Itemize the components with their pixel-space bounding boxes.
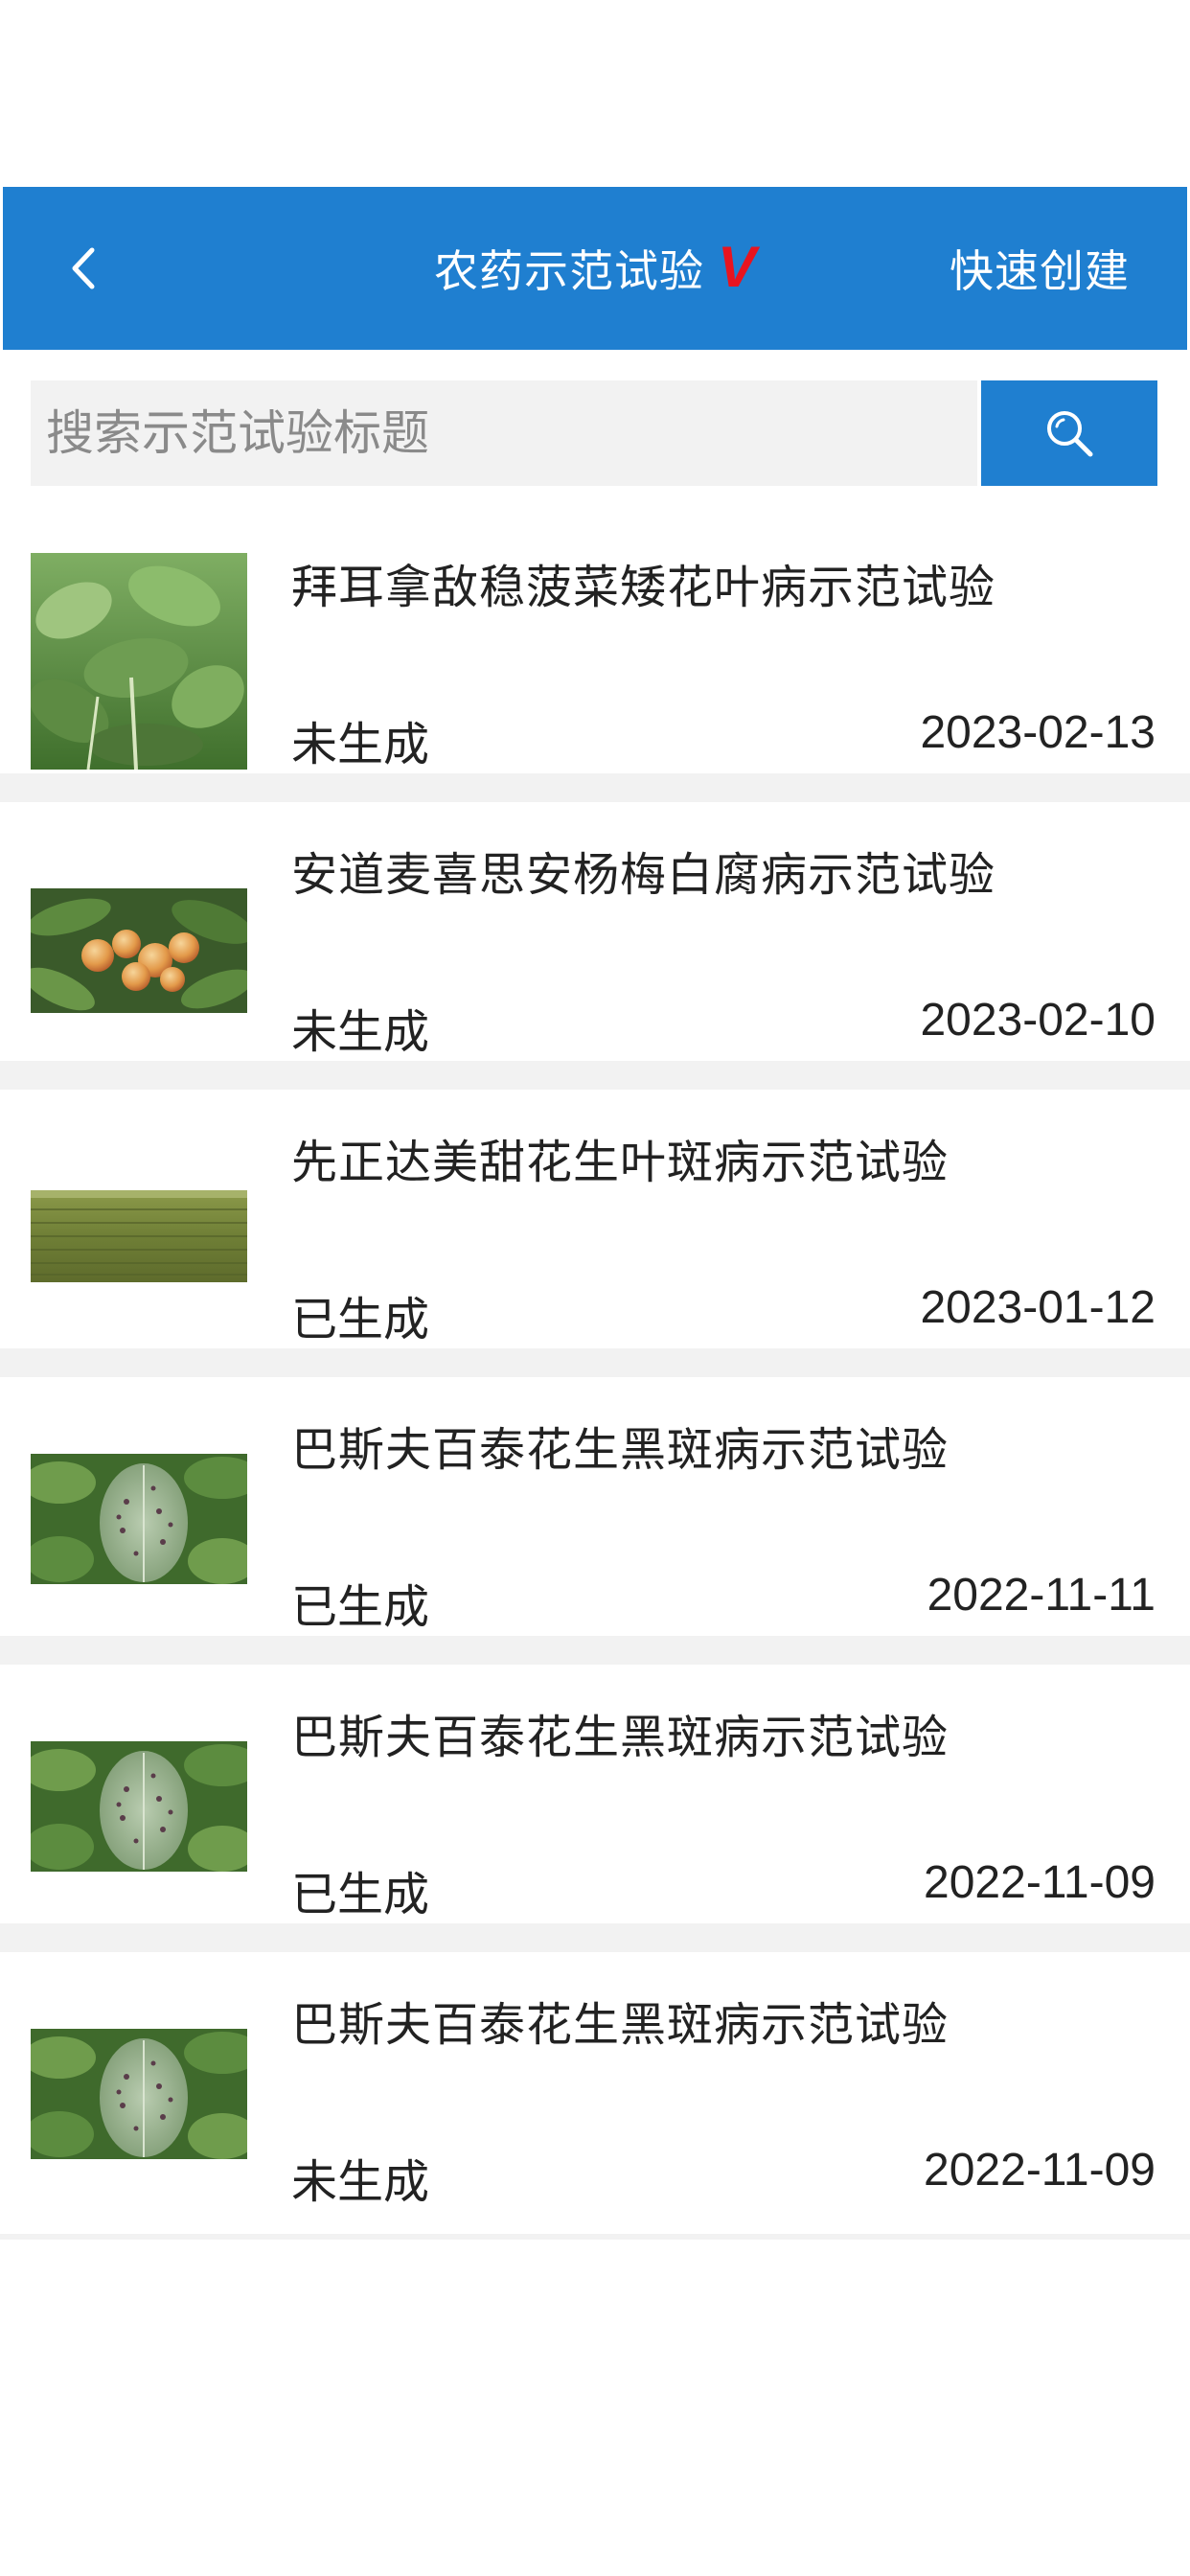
item-title: 巴斯夫百泰花生黑斑病示范试验 xyxy=(291,1423,950,1477)
list-item[interactable]: 安道麦喜思安杨梅白腐病示范试验 未生成 2023-02-10 xyxy=(0,802,1190,1090)
leaf-spot-photo xyxy=(31,1741,247,1872)
item-date: 2022-11-09 xyxy=(924,1857,1156,1908)
item-title: 巴斯夫百泰花生黑斑病示范试验 xyxy=(291,1711,950,1764)
item-status: 未生成 xyxy=(291,1005,430,1059)
spinach-photo xyxy=(31,553,247,770)
list-item[interactable]: 巴斯夫百泰花生黑斑病示范试验 已生成 2022-11-11 xyxy=(0,1377,1190,1665)
verified-mark: V xyxy=(717,234,757,299)
list-item[interactable]: 先正达美甜花生叶斑病示范试验 已生成 2023-01-12 xyxy=(0,1090,1190,1377)
back-button[interactable] xyxy=(41,225,127,311)
status-area xyxy=(0,0,1190,187)
item-status: 已生成 xyxy=(291,1293,430,1346)
item-title: 先正达美甜花生叶斑病示范试验 xyxy=(291,1136,950,1189)
item-title: 拜耳拿敌稳菠菜矮花叶病示范试验 xyxy=(291,561,996,614)
list-item[interactable]: 拜耳拿敌稳菠菜矮花叶病示范试验 未生成 2023-02-13 xyxy=(0,515,1190,802)
item-title: 安道麦喜思安杨梅白腐病示范试验 xyxy=(291,848,996,902)
leaf-spot-photo xyxy=(31,1454,247,1584)
search-icon xyxy=(1047,411,1093,457)
item-date: 2023-02-13 xyxy=(920,707,1156,758)
trial-list: 拜耳拿敌稳菠菜矮花叶病示范试验 未生成 2023-02-13 安道麦喜思安杨梅白… xyxy=(0,515,1190,2240)
item-date: 2022-11-09 xyxy=(924,2145,1156,2196)
item-title: 巴斯夫百泰花生黑斑病示范试验 xyxy=(291,1998,950,2052)
leaf-spot-photo xyxy=(31,2029,247,2159)
search-input[interactable] xyxy=(31,380,977,486)
item-status: 未生成 xyxy=(291,718,430,771)
search-bar xyxy=(31,380,1157,486)
list-item[interactable]: 巴斯夫百泰花生黑斑病示范试验 未生成 2022-11-09 xyxy=(0,1952,1190,2240)
peanut-field-photo xyxy=(31,1190,247,1282)
nav-bar: 农药示范试验 V 快速创建 xyxy=(3,187,1187,350)
item-status: 已生成 xyxy=(291,1580,430,1634)
quick-create-button[interactable]: 快速创建 xyxy=(950,187,1130,350)
item-status: 已生成 xyxy=(291,1868,430,1921)
search-button[interactable] xyxy=(981,380,1157,486)
item-date: 2022-11-11 xyxy=(927,1570,1156,1621)
list-item[interactable]: 巴斯夫百泰花生黑斑病示范试验 已生成 2022-11-09 xyxy=(0,1665,1190,1952)
item-date: 2023-02-10 xyxy=(920,995,1156,1046)
item-status: 未生成 xyxy=(291,2155,430,2209)
item-date: 2023-01-12 xyxy=(920,1282,1156,1333)
bayberry-photo xyxy=(31,888,247,1013)
page-title: 农药示范试验 xyxy=(433,245,704,297)
chevron-left-icon xyxy=(72,247,95,289)
